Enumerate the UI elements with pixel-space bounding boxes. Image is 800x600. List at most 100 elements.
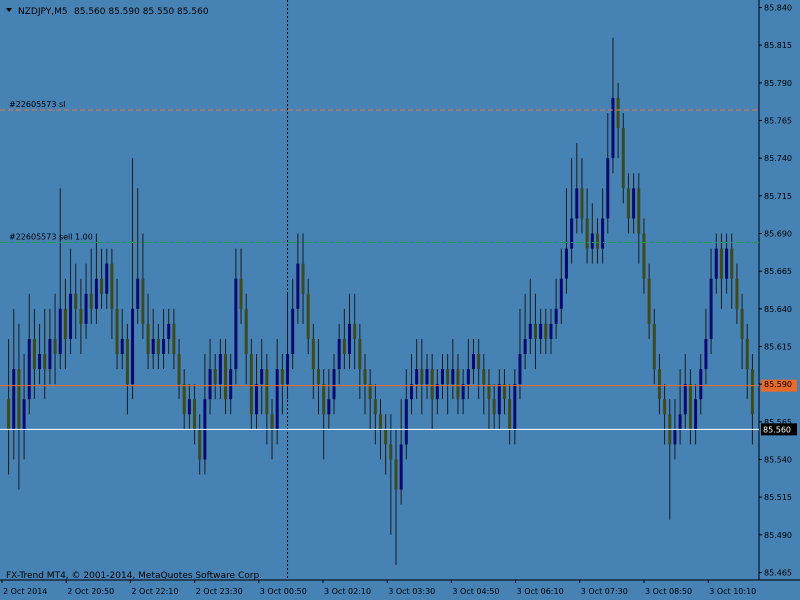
candle[interactable]: [141, 233, 145, 339]
candle[interactable]: [487, 369, 491, 430]
candle[interactable]: [471, 338, 475, 385]
candle[interactable]: [167, 308, 171, 355]
candle[interactable]: [110, 248, 114, 339]
candle[interactable]: [48, 308, 52, 385]
candle[interactable]: [482, 354, 486, 415]
candle[interactable]: [84, 263, 88, 339]
candle[interactable]: [389, 414, 393, 535]
candle[interactable]: [322, 369, 326, 460]
candle[interactable]: [694, 384, 698, 445]
candle[interactable]: [513, 369, 517, 445]
candle[interactable]: [353, 293, 357, 370]
candle[interactable]: [74, 263, 78, 339]
candle[interactable]: [404, 369, 408, 460]
candle[interactable]: [652, 308, 656, 385]
candle[interactable]: [255, 354, 259, 430]
candle[interactable]: [368, 369, 372, 430]
candle[interactable]: [100, 248, 104, 309]
candle[interactable]: [730, 233, 734, 309]
candle[interactable]: [213, 354, 217, 400]
candle[interactable]: [291, 278, 295, 370]
candle[interactable]: [125, 323, 129, 415]
candle[interactable]: [156, 323, 160, 370]
candle[interactable]: [533, 293, 537, 370]
candle[interactable]: [668, 399, 672, 520]
candle[interactable]: [735, 263, 739, 324]
candle[interactable]: [265, 354, 269, 445]
candle[interactable]: [260, 338, 264, 415]
candle[interactable]: [286, 293, 290, 400]
candle[interactable]: [58, 188, 62, 370]
candle[interactable]: [740, 293, 744, 370]
candle[interactable]: [606, 112, 610, 234]
candle[interactable]: [394, 429, 398, 565]
candle[interactable]: [239, 248, 243, 324]
candle[interactable]: [342, 308, 346, 370]
candle[interactable]: [162, 308, 166, 370]
candle[interactable]: [425, 354, 429, 400]
price-chart[interactable]: #22605573 sl#22605573 sell 1.0085.58985.…: [0, 0, 800, 600]
candle[interactable]: [244, 293, 248, 385]
candle[interactable]: [249, 338, 253, 430]
candle[interactable]: [415, 338, 419, 400]
candle[interactable]: [709, 248, 713, 355]
candle[interactable]: [637, 173, 641, 264]
candle[interactable]: [570, 158, 574, 264]
candle[interactable]: [198, 414, 202, 475]
candle[interactable]: [647, 263, 651, 339]
candle[interactable]: [539, 308, 543, 355]
candle[interactable]: [327, 369, 331, 430]
order-line[interactable]: #22605573 sl: [0, 100, 759, 111]
candle[interactable]: [348, 293, 352, 370]
candle[interactable]: [704, 308, 708, 385]
candle[interactable]: [7, 338, 11, 475]
price-axis[interactable]: 85.840 85.815 85.790 85.765 85.740 85.715 85.6…: [759, 4, 792, 578]
candle[interactable]: [497, 369, 501, 430]
candle[interactable]: [621, 112, 625, 204]
candle[interactable]: [53, 293, 57, 385]
candle[interactable]: [559, 248, 563, 324]
candle[interactable]: [502, 369, 506, 415]
candle[interactable]: [564, 188, 568, 294]
candle[interactable]: [218, 338, 222, 400]
candle[interactable]: [492, 384, 496, 430]
candle[interactable]: [440, 354, 444, 400]
candle[interactable]: [750, 354, 754, 445]
candle[interactable]: [446, 354, 450, 415]
candle[interactable]: [435, 369, 439, 415]
time-axis[interactable]: 2 Oct 2014 2 Oct 20:50 2 Oct 22:10 2 Oct 23…: [1, 580, 756, 596]
candle[interactable]: [69, 248, 73, 355]
candle[interactable]: [657, 354, 661, 415]
candle[interactable]: [63, 278, 67, 370]
candle[interactable]: [224, 338, 228, 415]
candle[interactable]: [280, 354, 284, 415]
candle[interactable]: [27, 293, 31, 415]
candle[interactable]: [456, 354, 460, 415]
candle[interactable]: [632, 173, 636, 234]
candle[interactable]: [549, 308, 553, 355]
candle[interactable]: [151, 308, 155, 370]
candle[interactable]: [616, 82, 620, 159]
candle[interactable]: [477, 338, 481, 400]
candle[interactable]: [177, 338, 181, 400]
candle[interactable]: [229, 354, 233, 415]
candle[interactable]: [12, 308, 16, 460]
candle[interactable]: [311, 323, 315, 400]
candle[interactable]: [626, 173, 630, 234]
menu-triangle-icon[interactable]: [6, 8, 12, 12]
candle[interactable]: [17, 323, 21, 490]
candle[interactable]: [182, 369, 186, 430]
candle[interactable]: [745, 323, 749, 400]
candles-layer[interactable]: [7, 37, 754, 565]
candle[interactable]: [544, 308, 548, 355]
candle[interactable]: [409, 354, 413, 415]
candle[interactable]: [358, 323, 362, 400]
candle[interactable]: [554, 278, 558, 339]
candle[interactable]: [363, 354, 367, 415]
candle[interactable]: [94, 233, 98, 324]
candle[interactable]: [203, 354, 207, 475]
candle[interactable]: [585, 188, 589, 264]
candle[interactable]: [461, 369, 465, 415]
candle[interactable]: [79, 278, 83, 355]
candle[interactable]: [337, 323, 341, 385]
